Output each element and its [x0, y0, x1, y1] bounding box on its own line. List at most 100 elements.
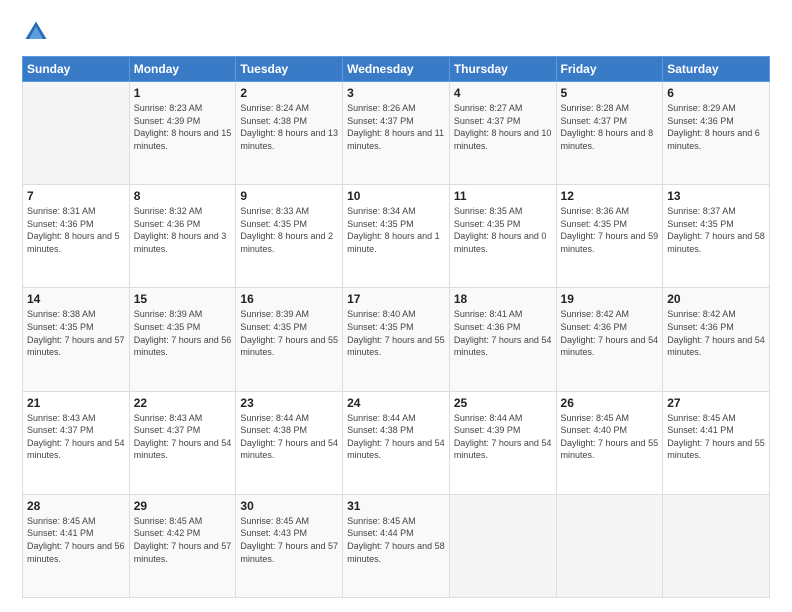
day-info: Sunrise: 8:36 AMSunset: 4:35 PMDaylight:… — [561, 205, 659, 255]
calendar-body: 1Sunrise: 8:23 AMSunset: 4:39 PMDaylight… — [23, 82, 770, 598]
day-number: 26 — [561, 396, 659, 410]
week-row-0: 1Sunrise: 8:23 AMSunset: 4:39 PMDaylight… — [23, 82, 770, 185]
day-cell: 27 Sunrise: 8:45 AMSunset: 4:41 PMDayligh… — [663, 391, 770, 494]
day-cell: 7 Sunrise: 8:31 AMSunset: 4:36 PMDaylight… — [23, 185, 130, 288]
day-info: Sunrise: 8:28 AMSunset: 4:37 PMDaylight:… — [561, 102, 659, 152]
day-number: 23 — [240, 396, 338, 410]
day-number: 16 — [240, 292, 338, 306]
day-number: 24 — [347, 396, 445, 410]
day-cell: 2 Sunrise: 8:24 AMSunset: 4:38 PMDaylight… — [236, 82, 343, 185]
day-cell: 21 Sunrise: 8:43 AMSunset: 4:37 PMDayligh… — [23, 391, 130, 494]
day-number: 7 — [27, 189, 125, 203]
day-cell: 11 Sunrise: 8:35 AMSunset: 4:35 PMDayligh… — [449, 185, 556, 288]
day-cell: 3 Sunrise: 8:26 AMSunset: 4:37 PMDaylight… — [343, 82, 450, 185]
day-number: 9 — [240, 189, 338, 203]
day-info: Sunrise: 8:34 AMSunset: 4:35 PMDaylight:… — [347, 205, 445, 255]
day-number: 12 — [561, 189, 659, 203]
day-cell: 14Sunrise: 8:38 AMSunset: 4:35 PMDayligh… — [23, 288, 130, 391]
day-number: 11 — [454, 189, 552, 203]
header-cell-friday: Friday — [556, 57, 663, 82]
day-cell — [449, 494, 556, 597]
day-cell: 26Sunrise: 8:45 AMSunset: 4:40 PMDayligh… — [556, 391, 663, 494]
day-info: Sunrise: 8:40 AMSunset: 4:35 PMDaylight:… — [347, 308, 445, 358]
day-cell — [23, 82, 130, 185]
day-info: Sunrise: 8:41 AMSunset: 4:36 PMDaylight:… — [454, 308, 552, 358]
day-cell: 4Sunrise: 8:27 AMSunset: 4:37 PMDaylight… — [449, 82, 556, 185]
day-cell: 13Sunrise: 8:37 AMSunset: 4:35 PMDayligh… — [663, 185, 770, 288]
day-number: 6 — [667, 86, 765, 100]
day-cell: 30 Sunrise: 8:45 AMSunset: 4:43 PMDayligh… — [236, 494, 343, 597]
day-cell: 28Sunrise: 8:45 AMSunset: 4:41 PMDayligh… — [23, 494, 130, 597]
day-info: Sunrise: 8:42 AMSunset: 4:36 PMDaylight:… — [561, 308, 659, 358]
header-cell-wednesday: Wednesday — [343, 57, 450, 82]
day-number: 30 — [240, 499, 338, 513]
day-cell: 15 Sunrise: 8:39 AMSunset: 4:35 PMDayligh… — [129, 288, 236, 391]
week-row-3: 21 Sunrise: 8:43 AMSunset: 4:37 PMDayligh… — [23, 391, 770, 494]
day-info: Sunrise: 8:24 AMSunset: 4:38 PMDaylight:… — [240, 102, 338, 152]
week-row-1: 7 Sunrise: 8:31 AMSunset: 4:36 PMDaylight… — [23, 185, 770, 288]
day-number: 22 — [134, 396, 232, 410]
day-info: Sunrise: 8:45 AMSunset: 4:42 PMDaylight:… — [134, 515, 232, 565]
logo-icon — [22, 18, 50, 46]
day-cell: 6 Sunrise: 8:29 AMSunset: 4:36 PMDaylight… — [663, 82, 770, 185]
day-cell: 19 Sunrise: 8:42 AMSunset: 4:36 PMDayligh… — [556, 288, 663, 391]
week-row-4: 28Sunrise: 8:45 AMSunset: 4:41 PMDayligh… — [23, 494, 770, 597]
day-cell — [663, 494, 770, 597]
day-number: 21 — [27, 396, 125, 410]
day-number: 20 — [667, 292, 765, 306]
day-info: Sunrise: 8:42 AMSunset: 4:36 PMDaylight:… — [667, 308, 765, 358]
day-cell: 16 Sunrise: 8:39 AMSunset: 4:35 PMDayligh… — [236, 288, 343, 391]
day-info: Sunrise: 8:35 AMSunset: 4:35 PMDaylight:… — [454, 205, 552, 255]
day-cell: 5 Sunrise: 8:28 AMSunset: 4:37 PMDaylight… — [556, 82, 663, 185]
day-number: 18 — [454, 292, 552, 306]
calendar-page: SundayMondayTuesdayWednesdayThursdayFrid… — [0, 0, 792, 612]
day-info: Sunrise: 8:29 AMSunset: 4:36 PMDaylight:… — [667, 102, 765, 152]
day-info: Sunrise: 8:44 AMSunset: 4:39 PMDaylight:… — [454, 412, 552, 462]
day-cell: 10Sunrise: 8:34 AMSunset: 4:35 PMDayligh… — [343, 185, 450, 288]
logo — [22, 18, 54, 46]
day-info: Sunrise: 8:43 AMSunset: 4:37 PMDaylight:… — [27, 412, 125, 462]
day-number: 29 — [134, 499, 232, 513]
day-number: 17 — [347, 292, 445, 306]
header-cell-tuesday: Tuesday — [236, 57, 343, 82]
day-info: Sunrise: 8:45 AMSunset: 4:43 PMDaylight:… — [240, 515, 338, 565]
day-cell: 25 Sunrise: 8:44 AMSunset: 4:39 PMDayligh… — [449, 391, 556, 494]
header-cell-monday: Monday — [129, 57, 236, 82]
day-number: 27 — [667, 396, 765, 410]
day-info: Sunrise: 8:44 AMSunset: 4:38 PMDaylight:… — [347, 412, 445, 462]
day-cell: 18 Sunrise: 8:41 AMSunset: 4:36 PMDayligh… — [449, 288, 556, 391]
header-row: SundayMondayTuesdayWednesdayThursdayFrid… — [23, 57, 770, 82]
day-number: 28 — [27, 499, 125, 513]
day-cell: 23Sunrise: 8:44 AMSunset: 4:38 PMDayligh… — [236, 391, 343, 494]
day-info: Sunrise: 8:33 AMSunset: 4:35 PMDaylight:… — [240, 205, 338, 255]
day-number: 2 — [240, 86, 338, 100]
day-info: Sunrise: 8:45 AMSunset: 4:44 PMDaylight:… — [347, 515, 445, 565]
day-info: Sunrise: 8:37 AMSunset: 4:35 PMDaylight:… — [667, 205, 765, 255]
day-info: Sunrise: 8:27 AMSunset: 4:37 PMDaylight:… — [454, 102, 552, 152]
header-cell-saturday: Saturday — [663, 57, 770, 82]
day-number: 31 — [347, 499, 445, 513]
day-cell: 31 Sunrise: 8:45 AMSunset: 4:44 PMDayligh… — [343, 494, 450, 597]
day-cell: 20 Sunrise: 8:42 AMSunset: 4:36 PMDayligh… — [663, 288, 770, 391]
day-cell: 29 Sunrise: 8:45 AMSunset: 4:42 PMDayligh… — [129, 494, 236, 597]
day-number: 5 — [561, 86, 659, 100]
day-cell: 12 Sunrise: 8:36 AMSunset: 4:35 PMDayligh… — [556, 185, 663, 288]
day-info: Sunrise: 8:43 AMSunset: 4:37 PMDaylight:… — [134, 412, 232, 462]
day-cell: 24 Sunrise: 8:44 AMSunset: 4:38 PMDayligh… — [343, 391, 450, 494]
day-number: 15 — [134, 292, 232, 306]
day-info: Sunrise: 8:32 AMSunset: 4:36 PMDaylight:… — [134, 205, 232, 255]
day-cell: 22 Sunrise: 8:43 AMSunset: 4:37 PMDayligh… — [129, 391, 236, 494]
day-number: 25 — [454, 396, 552, 410]
day-info: Sunrise: 8:45 AMSunset: 4:41 PMDaylight:… — [667, 412, 765, 462]
day-info: Sunrise: 8:26 AMSunset: 4:37 PMDaylight:… — [347, 102, 445, 152]
day-info: Sunrise: 8:31 AMSunset: 4:36 PMDaylight:… — [27, 205, 125, 255]
day-number: 14 — [27, 292, 125, 306]
day-number: 3 — [347, 86, 445, 100]
day-cell — [556, 494, 663, 597]
day-number: 19 — [561, 292, 659, 306]
day-info: Sunrise: 8:39 AMSunset: 4:35 PMDaylight:… — [240, 308, 338, 358]
calendar-table: SundayMondayTuesdayWednesdayThursdayFrid… — [22, 56, 770, 598]
day-info: Sunrise: 8:39 AMSunset: 4:35 PMDaylight:… — [134, 308, 232, 358]
header — [22, 18, 770, 46]
calendar-header: SundayMondayTuesdayWednesdayThursdayFrid… — [23, 57, 770, 82]
